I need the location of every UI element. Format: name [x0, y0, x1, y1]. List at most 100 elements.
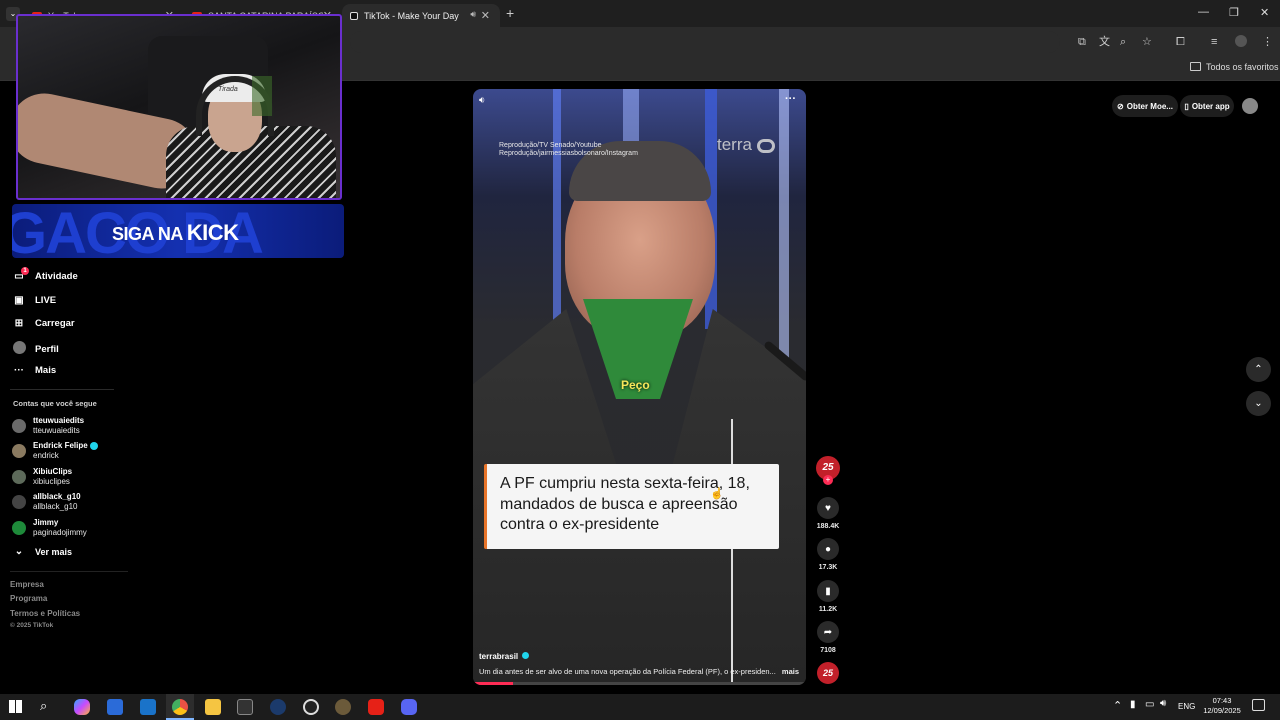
outlook-icon[interactable] — [140, 699, 156, 715]
account-handle: endrick — [33, 450, 59, 460]
notifications-icon[interactable] — [1252, 699, 1265, 711]
see-more-label: Ver mais — [35, 546, 73, 557]
discord-icon[interactable] — [401, 699, 417, 715]
follow-plus-icon[interactable]: + — [823, 475, 833, 485]
sidebar-divider — [10, 571, 128, 572]
sound-disc-button[interactable]: 25 — [816, 662, 840, 684]
user-avatar[interactable] — [1242, 98, 1258, 114]
kick-banner-pre: SIGA NA — [112, 224, 183, 244]
get-app-button[interactable]: ▯ Obter app — [1180, 95, 1234, 117]
sidebar-item-atividade[interactable]: ▭ 1 Atividade — [12, 267, 78, 282]
avatar — [12, 418, 26, 433]
sidebar-item-carregar[interactable]: ⊞ Carregar — [12, 318, 75, 329]
more-options-icon[interactable]: ··· — [785, 93, 796, 105]
volume-icon[interactable]: 🔉︎ — [479, 95, 485, 106]
avatar — [12, 469, 26, 484]
all-bookmarks-link[interactable]: Todos os favoritos — [1206, 62, 1279, 72]
more-link[interactable]: mais — [782, 667, 799, 676]
profile-icon[interactable] — [1235, 35, 1247, 47]
creator-avatar-button[interactable]: 25 + — [816, 456, 840, 485]
account-name-text: Endrick Felipe — [33, 441, 88, 450]
clock[interactable]: 07:43 12/09/2025 — [1200, 696, 1244, 716]
restore-icon[interactable]: ❐ — [1229, 6, 1239, 19]
account-name: Endrick Felipe — [33, 441, 98, 451]
address-bar[interactable] — [350, 31, 1060, 53]
previous-video-button[interactable]: ⌃ — [1246, 357, 1271, 382]
clock-date: 12/09/2025 — [1203, 706, 1241, 715]
video-credit-2: Reprodução/jairmessiasbolsonaro/Instagra… — [499, 150, 638, 157]
following-account[interactable]: tteuwuaiedits tteuwuaiedits — [12, 416, 84, 435]
bookmark-star-icon[interactable]: ☆ — [1142, 35, 1152, 49]
get-app-label: Obter app — [1191, 101, 1230, 111]
account-name: Jimmy — [33, 518, 59, 527]
following-account[interactable]: XibiuClips xibiuclipes — [12, 467, 72, 486]
cast-icon[interactable]: ⧉ — [1078, 35, 1086, 49]
youtube-app-icon[interactable] — [368, 699, 384, 715]
language-indicator[interactable]: ENG — [1178, 702, 1195, 711]
footer-link-programa[interactable]: Programa — [10, 594, 47, 603]
terra-watermark: terra — [717, 135, 775, 155]
store-icon[interactable] — [107, 699, 123, 715]
app-icon[interactable] — [335, 699, 351, 715]
extensions-icon[interactable]: ⧠ — [1176, 35, 1185, 49]
close-tab-icon[interactable]: ✕ — [481, 9, 490, 22]
volume-tray-icon[interactable]: 🔊︎ — [1160, 698, 1166, 709]
next-video-button[interactable]: ⌄ — [1246, 391, 1271, 416]
following-account[interactable]: allblack_g10 allblack_g10 — [12, 492, 81, 511]
inbox-icon: ▭ 1 — [12, 267, 29, 282]
footer-link-termos[interactable]: Termos e Políticas — [10, 609, 80, 618]
file-explorer-icon[interactable] — [205, 699, 221, 715]
progress-bar[interactable] — [473, 682, 806, 685]
tray-chevron-icon[interactable]: ⌃ — [1113, 699, 1122, 712]
following-account[interactable]: Jimmy paginadojimmy — [12, 518, 87, 537]
copilot-icon[interactable] — [74, 699, 90, 715]
save-action[interactable]: ▮ 11.2K — [816, 580, 840, 613]
share-count: 7108 — [820, 647, 836, 654]
translate-icon[interactable]: 文 — [1099, 35, 1110, 49]
more-dots-icon: ··· — [14, 365, 24, 376]
get-coins-button[interactable]: ⊘ Obter Moe... — [1112, 95, 1178, 117]
microphone-icon[interactable]: ▮ — [1130, 699, 1136, 710]
following-account[interactable]: Endrick Felipe endrick — [12, 441, 98, 460]
caption-card: A PF cumpriu nesta sexta-feira, 18, mand… — [484, 464, 779, 549]
see-more-button[interactable]: ⌄ Ver mais — [12, 546, 72, 557]
close-window-icon[interactable]: ✕ — [1260, 6, 1269, 19]
sidebar-item-label: Mais — [35, 365, 57, 376]
video-player[interactable]: 🔉︎ ··· Reprodução/TV Senado/Youtube Repr… — [473, 89, 806, 685]
live-icon: ▣ — [14, 295, 24, 306]
kick-banner-text: SIGA NA KICK — [112, 220, 239, 246]
upload-icon: ⊞ — [14, 318, 24, 329]
microphone-stand — [731, 419, 733, 685]
like-action[interactable]: ♥ 188.4K — [816, 497, 840, 530]
media-control-icon[interactable]: ≡ — [1211, 35, 1217, 49]
new-tab-button[interactable]: + — [506, 5, 514, 21]
author-row[interactable]: terrabrasil — [479, 652, 530, 661]
avatar — [12, 443, 26, 458]
windows-start-icon[interactable] — [9, 700, 22, 713]
chevron-down-icon: ⌄ — [14, 546, 24, 557]
notification-badge: 1 — [21, 267, 29, 275]
sidebar-item-perfil[interactable]: Perfil — [12, 341, 59, 357]
sidebar-item-live[interactable]: ▣ LIVE — [12, 295, 56, 306]
share-action[interactable]: ➦ 7108 — [816, 621, 840, 654]
footer-copyright: © 2025 TikTok — [10, 622, 54, 629]
comment-action[interactable]: ● 17.3K — [816, 538, 840, 571]
zoom-icon[interactable]: ⌕ — [1120, 35, 1126, 49]
minimize-icon[interactable]: — — [1198, 6, 1209, 18]
obs-icon[interactable] — [303, 699, 319, 715]
footer-link-empresa[interactable]: Empresa — [10, 580, 44, 589]
speaker-icon[interactable]: 🔊︎ — [470, 9, 476, 20]
network-icon[interactable]: ▭ — [1145, 699, 1154, 710]
search-icon[interactable]: ⌕ — [40, 698, 47, 714]
terminal-icon[interactable] — [237, 699, 253, 715]
account-handle: allblack_g10 — [33, 501, 78, 511]
account-name: allblack_g10 — [33, 492, 81, 501]
tab-tiktok[interactable]: TikTok - Make Your Day 🔊︎ ✕ — [342, 4, 500, 27]
sidebar-divider — [10, 389, 114, 390]
share-icon: ➦ — [817, 621, 839, 643]
menu-kebab-icon[interactable]: ⋮ — [1262, 35, 1273, 49]
steam-icon[interactable] — [270, 699, 286, 715]
terra-watermark-text: terra — [717, 135, 752, 154]
sidebar-item-mais[interactable]: ··· Mais — [12, 365, 56, 376]
video-description: Um dia antes de ser alvo de uma nova ope… — [479, 667, 799, 676]
